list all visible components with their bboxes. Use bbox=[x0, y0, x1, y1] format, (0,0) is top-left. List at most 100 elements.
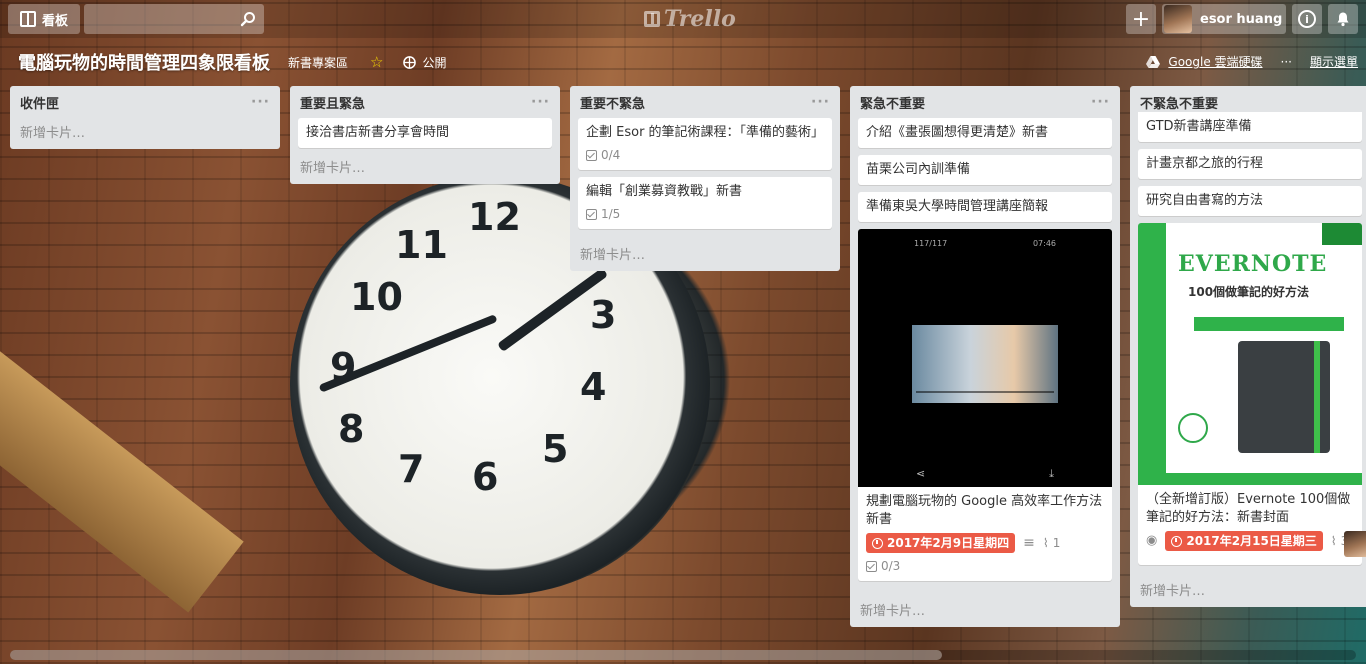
header-right-tools: + esor huang i bbox=[1126, 4, 1358, 34]
list-menu-icon[interactable]: ··· bbox=[251, 94, 270, 110]
list-title[interactable]: 收件匣 bbox=[20, 93, 59, 112]
checklist-icon bbox=[586, 149, 597, 161]
card-cover-image: EVERNOTE 100個做筆記的好方法 bbox=[1138, 223, 1362, 485]
team-link[interactable]: 新書專案區 bbox=[288, 54, 348, 71]
attachment-badge: ⌇ 1 bbox=[1043, 534, 1061, 552]
board-header-right: Google 雲端硬碟 ··· 顯示選單 bbox=[1146, 53, 1358, 70]
card[interactable]: 研究自由書寫的方法 bbox=[1138, 186, 1362, 216]
list-header[interactable]: 重要且緊急 ··· bbox=[290, 86, 560, 118]
checklist-count: 0/3 bbox=[881, 559, 901, 573]
card-title: 計畫京都之旅的行程 bbox=[1146, 156, 1264, 171]
list-title[interactable]: 重要且緊急 bbox=[300, 93, 365, 112]
card[interactable]: 苗栗公司內訓準備 bbox=[858, 155, 1112, 185]
more-button[interactable]: ··· bbox=[1281, 55, 1292, 69]
card-title: 研究自由書寫的方法 bbox=[1146, 193, 1264, 208]
add-card-button[interactable]: 新增卡片… bbox=[10, 118, 280, 141]
list-title[interactable]: 不緊急不重要 bbox=[1140, 93, 1218, 112]
star-icon[interactable]: ☆ bbox=[370, 53, 383, 71]
card-member-avatar[interactable] bbox=[1344, 531, 1366, 557]
search-box[interactable] bbox=[84, 4, 264, 34]
video-subtitle-bar bbox=[916, 391, 1054, 393]
phone-bottom-bar: ⋖ ⤓ bbox=[916, 465, 1054, 483]
card[interactable]: 介紹《畫張圖想得更清楚》新書 bbox=[858, 118, 1112, 148]
card-badges: 2017年2月9日星期四 ≡ ⌇ 1 bbox=[866, 533, 1104, 553]
card-badges: 0/4 bbox=[586, 146, 824, 164]
checklist-badge: 0/4 bbox=[586, 146, 620, 164]
card-badges: ◉ 2017年2月15日星期三 ⌇ 3 bbox=[1146, 531, 1354, 551]
download-icon: ⤓ bbox=[1049, 467, 1054, 480]
book-cover-title: EVERNOTE bbox=[1178, 251, 1328, 277]
boards-button[interactable]: 看板 bbox=[8, 4, 80, 34]
phone-status-left: 117/117 bbox=[914, 239, 948, 248]
globe-icon bbox=[403, 55, 417, 69]
board-title[interactable]: 電腦玩物的時間管理四象限看板 bbox=[18, 49, 270, 75]
trello-logo[interactable]: Trello bbox=[644, 6, 736, 32]
card-title: 準備東吳大學時間管理講座簡報 bbox=[866, 199, 1049, 214]
card-title: 編輯「創業募資教戰」新書 bbox=[586, 184, 743, 199]
avatar bbox=[1164, 5, 1192, 33]
book-cover-band bbox=[1194, 317, 1344, 331]
due-date: 2017年2月15日星期三 bbox=[1186, 534, 1317, 548]
trello-logo-icon bbox=[644, 11, 660, 27]
google-drive-button[interactable]: Google 雲端硬碟 bbox=[1146, 53, 1263, 70]
book-cover-seal bbox=[1178, 413, 1208, 443]
visibility-button[interactable]: 公開 bbox=[403, 54, 446, 71]
card[interactable]: 117/117 07:46 ⋖ ⤓ 規劃電腦玩物的 Google 高效率工作方法… bbox=[858, 229, 1112, 581]
notifications-button[interactable] bbox=[1328, 4, 1358, 34]
card[interactable]: 編輯「創業募資教戰」新書 1/5 bbox=[578, 177, 832, 229]
book-cover-stripe bbox=[1138, 223, 1166, 485]
card-title: 苗栗公司內訓準備 bbox=[866, 162, 971, 177]
checklist-count: 0/4 bbox=[601, 148, 621, 162]
user-name: esor huang bbox=[1200, 11, 1283, 27]
attachment-count: 1 bbox=[1052, 536, 1061, 550]
checklist-badge: 0/3 bbox=[866, 557, 900, 575]
add-button[interactable]: + bbox=[1126, 4, 1156, 34]
card-badges: 1/5 bbox=[586, 205, 824, 223]
boards-icon bbox=[19, 11, 36, 27]
card[interactable]: 接洽書店新書分享會時間 bbox=[298, 118, 552, 148]
add-card-button[interactable]: 新增卡片… bbox=[570, 236, 840, 263]
list-title[interactable]: 重要不緊急 bbox=[580, 93, 645, 112]
boards-label: 看板 bbox=[41, 13, 68, 29]
card-cover-image: 117/117 07:46 ⋖ ⤓ bbox=[858, 229, 1112, 487]
share-icon: ⋖ bbox=[916, 467, 926, 480]
list-menu-icon[interactable]: ··· bbox=[531, 94, 550, 110]
search-icon[interactable] bbox=[240, 11, 256, 27]
list-title[interactable]: 緊急不重要 bbox=[860, 93, 925, 112]
info-button[interactable]: i bbox=[1292, 4, 1322, 34]
horizontal-scrollbar-thumb[interactable] bbox=[10, 650, 942, 660]
visibility-label: 公開 bbox=[422, 55, 447, 70]
list-header[interactable]: 收件匣 ··· bbox=[10, 86, 280, 118]
background-wood-plank bbox=[0, 320, 244, 613]
trello-logo-text: Trello bbox=[664, 6, 736, 32]
list-urgent-not-important: 緊急不重要 ··· 介紹《畫張圖想得更清楚》新書 苗栗公司內訓準備 準備東吳大學… bbox=[850, 86, 1120, 627]
card[interactable]: 企劃 Esor 的筆記術課程：「準備的藝術」 0/4 bbox=[578, 118, 832, 170]
card-title: 接洽書店新書分享會時間 bbox=[306, 125, 450, 140]
search-input[interactable] bbox=[84, 4, 264, 34]
google-drive-icon bbox=[1146, 55, 1161, 68]
member-menu-button[interactable]: esor huang bbox=[1162, 4, 1286, 34]
card[interactable]: 計畫京都之旅的行程 bbox=[1138, 149, 1362, 179]
bell-icon bbox=[1337, 12, 1349, 27]
top-bar: 看板 Trello + esor huang i bbox=[0, 0, 1366, 38]
list-header[interactable]: 緊急不重要 ··· bbox=[850, 86, 1120, 118]
list-menu-icon[interactable]: ··· bbox=[811, 94, 830, 110]
list-important-urgent: 重要且緊急 ··· 接洽書店新書分享會時間 新增卡片… bbox=[290, 86, 560, 184]
book-cover-subtitle: 100個做筆記的好方法 bbox=[1188, 285, 1310, 299]
checklist-badge: 1/5 bbox=[586, 205, 620, 223]
board-header: 電腦玩物的時間管理四象限看板 新書專案區 ☆ 公開 Google 雲端硬碟 ··… bbox=[18, 48, 1358, 76]
list-not-urgent-not-important: 不緊急不重要 GTD新書講座準備 計畫京都之旅的行程 研究自由書寫的方法 EVE… bbox=[1130, 86, 1366, 607]
paperclip-icon: ⌇ bbox=[1042, 536, 1049, 550]
list-header[interactable]: 重要不緊急 ··· bbox=[570, 86, 840, 118]
card[interactable]: EVERNOTE 100個做筆記的好方法 （全新增訂版）Evernote 100… bbox=[1138, 223, 1366, 565]
show-menu-button[interactable]: 顯示選單 bbox=[1310, 53, 1358, 70]
list-important-not-urgent: 重要不緊急 ··· 企劃 Esor 的筆記術課程：「準備的藝術」 0/4 編輯「… bbox=[570, 86, 840, 271]
card-badges-row2: 0/3 bbox=[866, 557, 1104, 575]
list-menu-icon[interactable]: ··· bbox=[1091, 94, 1110, 110]
add-card-button[interactable]: 新增卡片… bbox=[290, 155, 560, 176]
phone-status-right: 07:46 bbox=[1032, 239, 1056, 248]
add-card-button[interactable]: 新增卡片… bbox=[1130, 572, 1366, 599]
card[interactable]: GTD新書講座準備 bbox=[1138, 112, 1362, 142]
card[interactable]: 準備東吳大學時間管理講座簡報 bbox=[858, 192, 1112, 222]
add-card-button[interactable]: 新增卡片… bbox=[850, 588, 1120, 619]
